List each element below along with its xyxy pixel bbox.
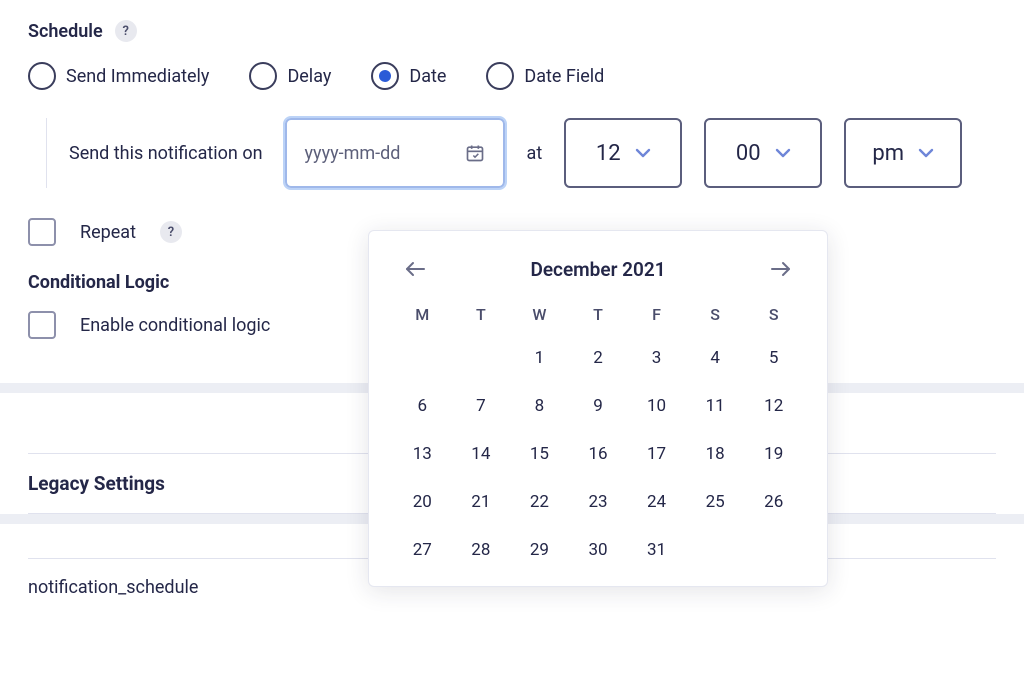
meridiem-select[interactable]: pm — [844, 118, 962, 188]
radio-label: Date Field — [524, 66, 604, 87]
schedule-options: Send Immediately Delay Date Date Field — [28, 62, 996, 90]
date-picker-popover: December 2021 MTWTFSS1234567891011121314… — [368, 230, 828, 587]
meridiem-value: pm — [872, 141, 904, 166]
calendar-icon — [465, 143, 485, 163]
date-placeholder: yyyy-mm-dd — [305, 143, 401, 164]
help-icon[interactable]: ? — [115, 20, 137, 42]
calendar-weekday: T — [569, 295, 628, 334]
prev-month-button[interactable] — [399, 253, 431, 285]
calendar-day[interactable]: 5 — [744, 334, 803, 382]
calendar-month-label: December 2021 — [530, 258, 665, 281]
calendar-day[interactable]: 20 — [393, 478, 452, 526]
calendar-day[interactable]: 8 — [510, 382, 569, 430]
vertical-divider — [46, 118, 47, 188]
radio-label: Date — [409, 66, 446, 87]
calendar-day[interactable]: 4 — [686, 334, 745, 382]
calendar-day[interactable]: 16 — [569, 430, 628, 478]
calendar-day[interactable]: 23 — [569, 478, 628, 526]
radio-circle-icon — [486, 62, 514, 90]
calendar-weekday: S — [686, 295, 745, 334]
radio-selected-dot-icon — [379, 70, 391, 82]
calendar-day[interactable]: 21 — [452, 478, 511, 526]
radio-date[interactable]: Date — [371, 62, 446, 90]
calendar-day[interactable]: 13 — [393, 430, 452, 478]
calendar-day[interactable]: 12 — [744, 382, 803, 430]
calendar-day[interactable]: 1 — [510, 334, 569, 382]
conditional-logic-label: Enable conditional logic — [80, 315, 270, 336]
calendar-day[interactable]: 9 — [569, 382, 628, 430]
calendar-weekday: S — [744, 295, 803, 334]
calendar-weekday: M — [393, 295, 452, 334]
repeat-checkbox[interactable] — [28, 218, 56, 246]
date-input[interactable]: yyyy-mm-dd — [285, 118, 505, 188]
help-icon[interactable]: ? — [160, 221, 182, 243]
hour-value: 12 — [596, 141, 621, 166]
calendar-day[interactable]: 25 — [686, 478, 745, 526]
calendar-day[interactable]: 14 — [452, 430, 511, 478]
radio-circle-icon — [371, 62, 399, 90]
next-month-button[interactable] — [765, 253, 797, 285]
calendar-grid: MTWTFSS123456789101112131415161718192021… — [393, 295, 803, 574]
calendar-day[interactable]: 27 — [393, 526, 452, 574]
calendar-empty-cell — [393, 334, 452, 382]
calendar-day[interactable]: 17 — [627, 430, 686, 478]
calendar-empty-cell — [452, 334, 511, 382]
repeat-label: Repeat — [80, 222, 136, 243]
radio-date-field[interactable]: Date Field — [486, 62, 604, 90]
calendar-day[interactable]: 24 — [627, 478, 686, 526]
calendar-weekday: W — [510, 295, 569, 334]
at-label: at — [527, 143, 543, 164]
calendar-day[interactable]: 31 — [627, 526, 686, 574]
minute-value: 00 — [736, 141, 761, 166]
hour-select[interactable]: 12 — [564, 118, 682, 188]
radio-circle-icon — [28, 62, 56, 90]
chevron-down-icon — [635, 148, 651, 158]
calendar-day[interactable]: 19 — [744, 430, 803, 478]
radio-delay[interactable]: Delay — [249, 62, 331, 90]
calendar-day[interactable]: 28 — [452, 526, 511, 574]
calendar-day[interactable]: 22 — [510, 478, 569, 526]
calendar-weekday: T — [452, 295, 511, 334]
radio-circle-icon — [249, 62, 277, 90]
send-on-label: Send this notification on — [69, 143, 263, 164]
conditional-logic-checkbox[interactable] — [28, 311, 56, 339]
calendar-day[interactable]: 10 — [627, 382, 686, 430]
radio-label: Send Immediately — [66, 66, 209, 87]
calendar-day[interactable]: 30 — [569, 526, 628, 574]
schedule-heading-text: Schedule — [28, 21, 103, 42]
minute-select[interactable]: 00 — [704, 118, 822, 188]
radio-label: Delay — [287, 66, 331, 87]
schedule-heading: Schedule ? — [28, 20, 996, 42]
calendar-day[interactable]: 2 — [569, 334, 628, 382]
calendar-day[interactable]: 18 — [686, 430, 745, 478]
calendar-day[interactable]: 7 — [452, 382, 511, 430]
calendar-day[interactable]: 3 — [627, 334, 686, 382]
calendar-weekday: F — [627, 295, 686, 334]
calendar-day[interactable]: 11 — [686, 382, 745, 430]
radio-send-immediately[interactable]: Send Immediately — [28, 62, 209, 90]
chevron-down-icon — [775, 148, 791, 158]
calendar-day[interactable]: 26 — [744, 478, 803, 526]
calendar-day[interactable]: 6 — [393, 382, 452, 430]
chevron-down-icon — [918, 148, 934, 158]
calendar-day[interactable]: 15 — [510, 430, 569, 478]
date-config-row: Send this notification on yyyy-mm-dd at … — [28, 118, 996, 188]
calendar-day[interactable]: 29 — [510, 526, 569, 574]
